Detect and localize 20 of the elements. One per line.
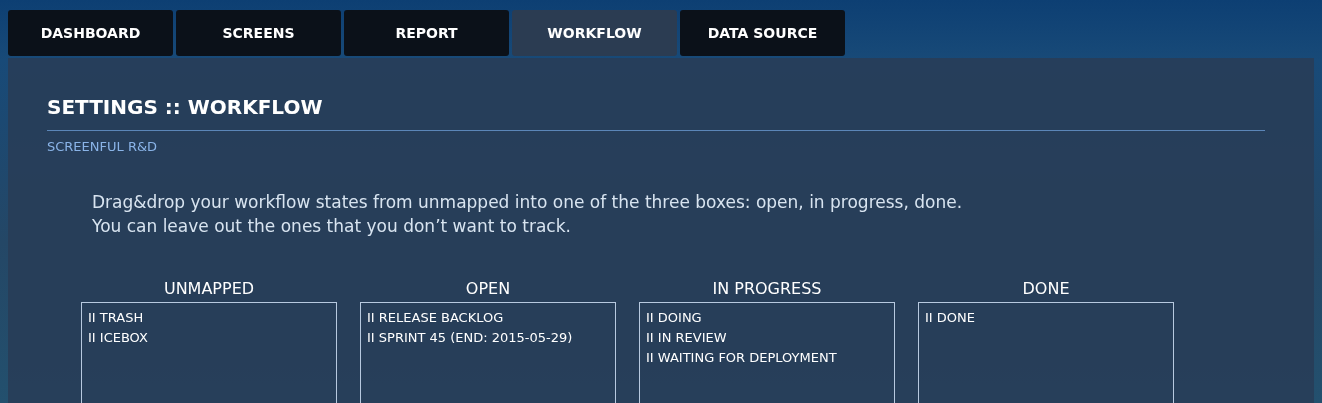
column-heading: DONE	[1021, 277, 1071, 300]
state-item[interactable]: II SPRINT 45 (END: 2015-05-29)	[367, 328, 573, 347]
tab[interactable]: DATA SOURCE	[680, 10, 845, 56]
page-title: SETTINGS :: WORKFLOW	[47, 92, 1265, 131]
state-item[interactable]: II DOING	[646, 308, 702, 327]
tab[interactable]: WORKFLOW	[512, 10, 677, 56]
state-item[interactable]: II IN REVIEW	[646, 328, 727, 347]
tab[interactable]: DASHBOARD	[8, 10, 173, 56]
state-item[interactable]: II ICEBOX	[88, 328, 148, 347]
state-item[interactable]: II DONE	[925, 308, 975, 327]
state-item[interactable]: II TRASH	[88, 308, 144, 327]
instructions-text: Drag&drop your workflow states from unmapped into one of the three boxes: open, in progress, done. You can leave out the ones that you don’t want to track.	[92, 190, 964, 238]
column-heading: IN PROGRESS	[711, 277, 823, 300]
project-name: SCREENFUL R&D	[47, 138, 159, 156]
column-heading: UNMAPPED	[162, 277, 256, 300]
column-heading: OPEN	[464, 277, 512, 300]
tab[interactable]: REPORT	[344, 10, 509, 56]
state-item[interactable]: II WAITING FOR DEPLOYMENT	[646, 348, 837, 367]
tab[interactable]: SCREENS	[176, 10, 341, 56]
state-item[interactable]: II RELEASE BACKLOG	[367, 308, 504, 327]
